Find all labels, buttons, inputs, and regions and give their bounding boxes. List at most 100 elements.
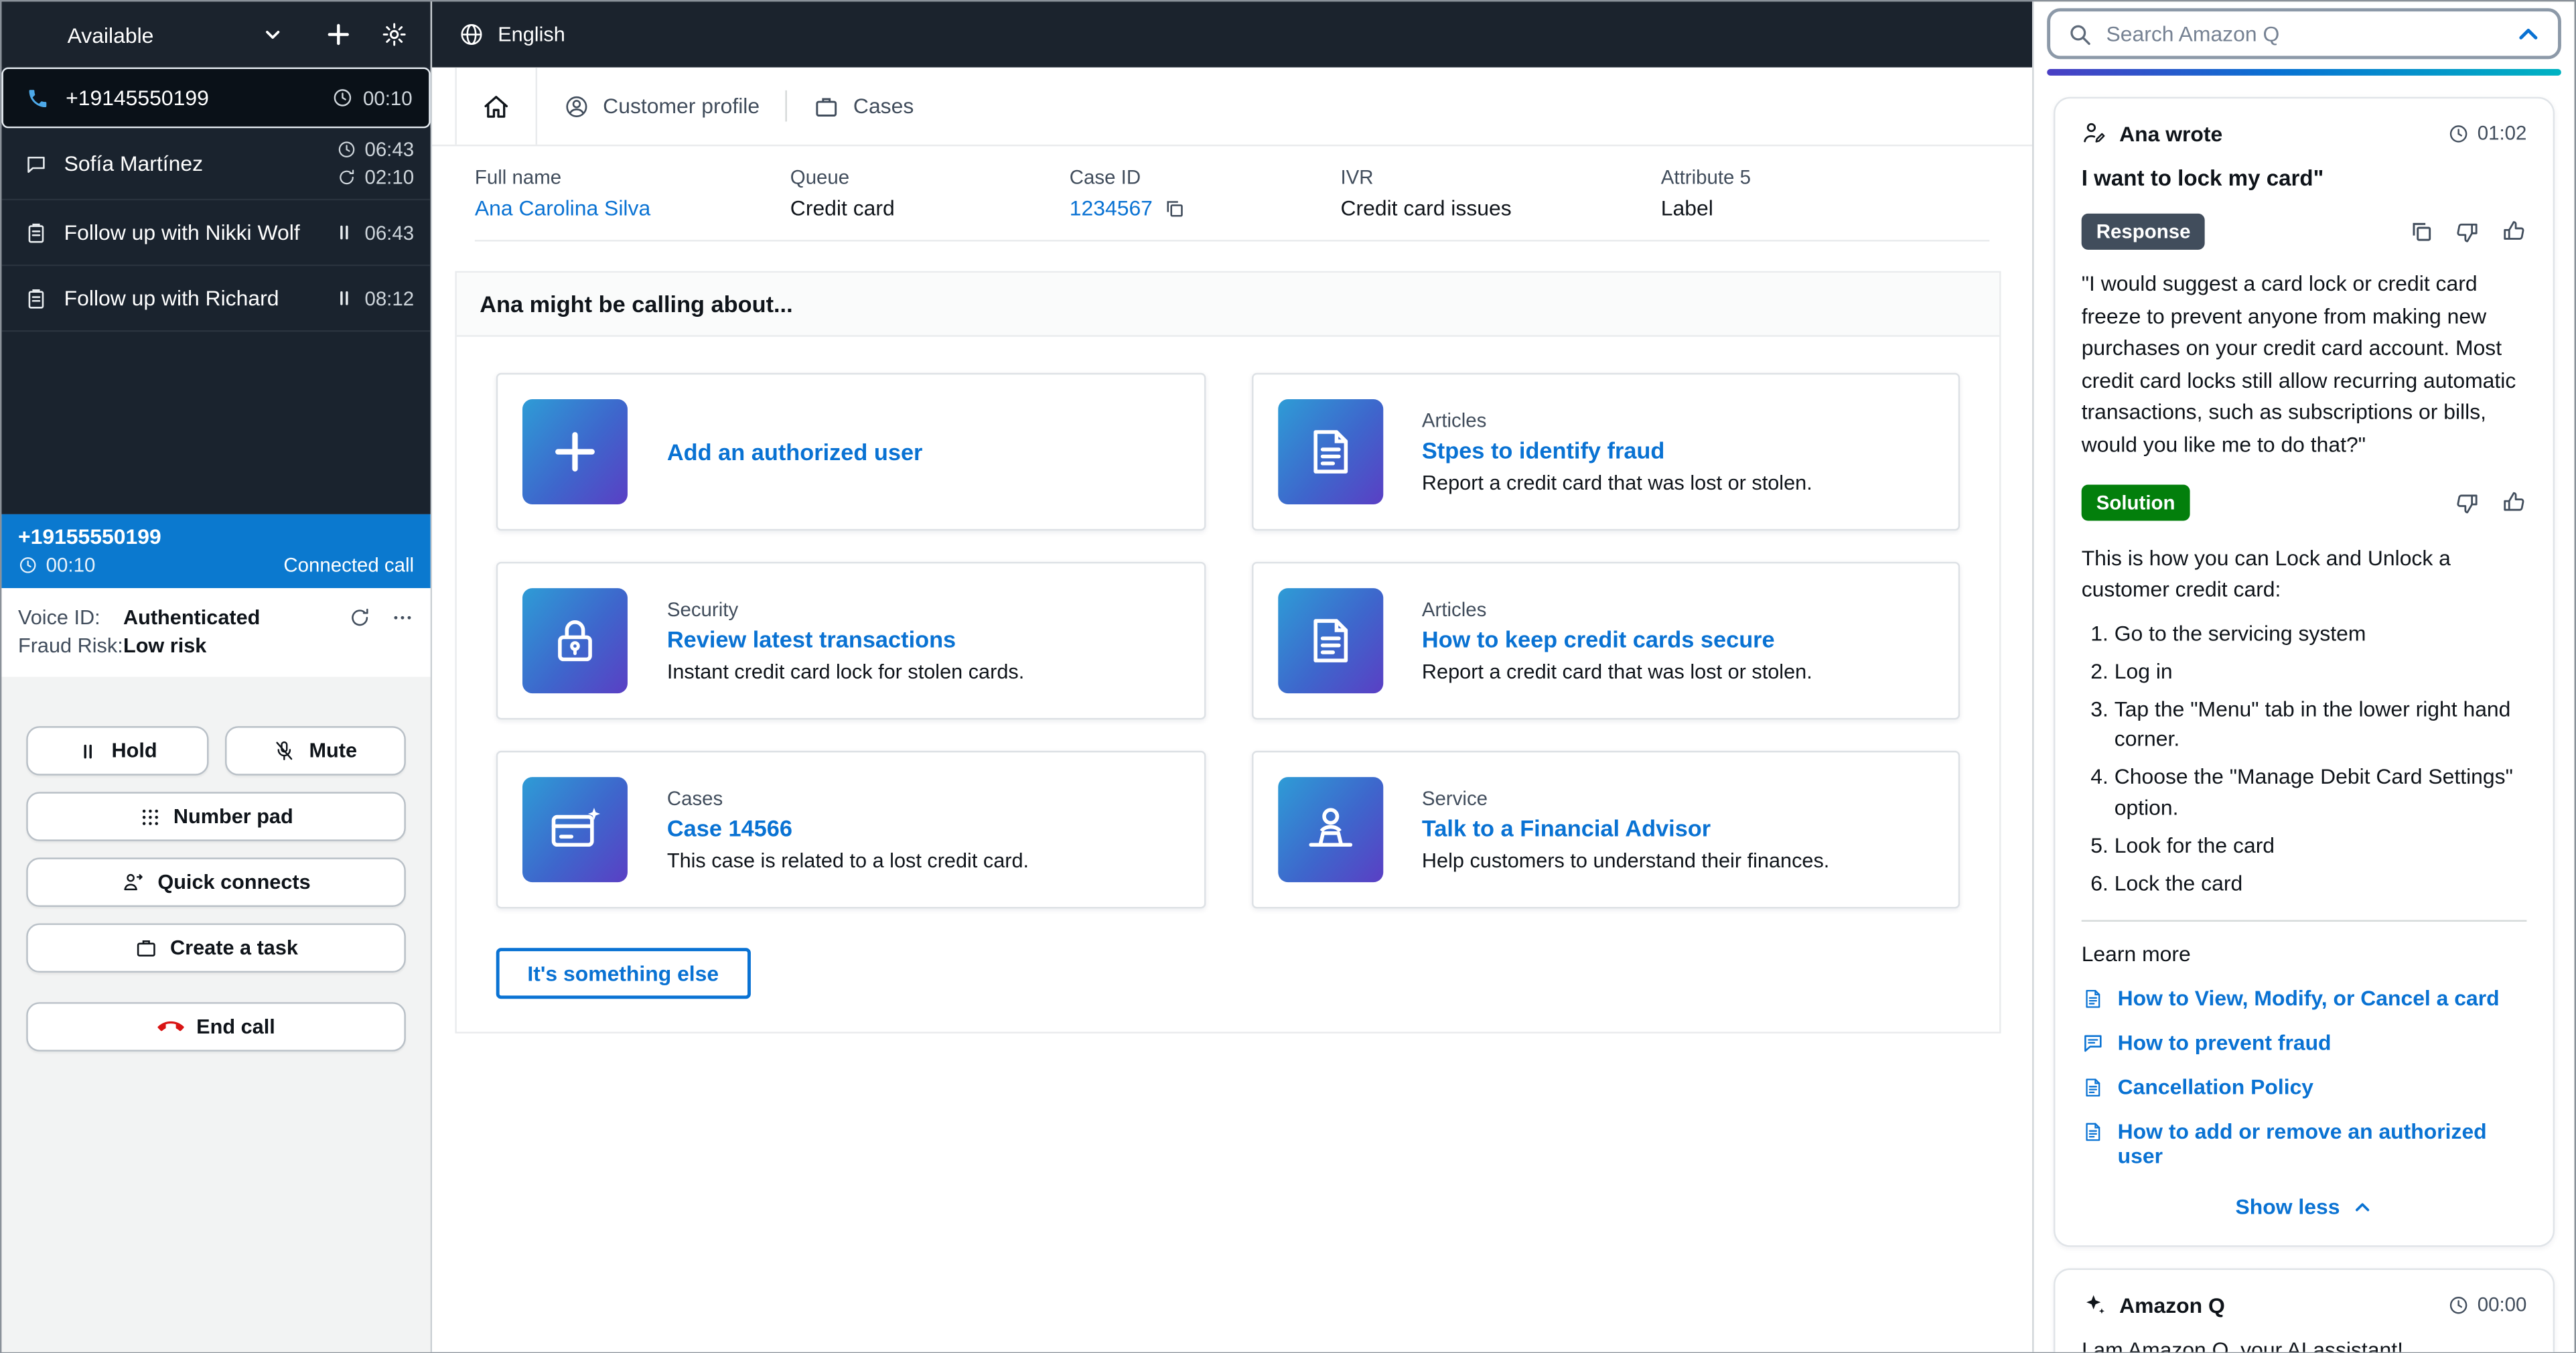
contact-item-call[interactable]: +19145550199 00:10 (1, 67, 431, 129)
solution-step: Look for the card (2115, 831, 2527, 861)
solution-badge: Solution (2081, 484, 2190, 521)
contact-label: +19145550199 (66, 85, 209, 111)
solution-intro: This is how you can Lock and Unlock a cu… (2081, 545, 2451, 601)
clock-icon (18, 555, 38, 575)
number-pad-icon (139, 806, 160, 827)
customer-utterance: I want to lock my card" (2081, 165, 2324, 191)
gear-icon[interactable] (381, 21, 407, 48)
show-less-button[interactable]: Show less (2082, 1195, 2527, 1219)
link-cancellation-policy[interactable]: Cancellation Policy (2082, 1075, 2527, 1099)
card-keep-cards-secure[interactable]: Articles How to keep credit cards secure… (1250, 561, 1960, 720)
contact-item-task[interactable]: Follow up with Nikki Wolf 06:43 (1, 200, 431, 267)
ccp-sidebar: Available +19145550199 00:10 Sofía Martí… (1, 1, 433, 1352)
amazon-q-gradient-bar (2047, 69, 2561, 76)
globe-icon (458, 21, 484, 48)
contact-item-chat[interactable]: Sofía Martínez 06:43 02:10 (1, 128, 431, 201)
copy-icon[interactable] (2409, 218, 2435, 244)
end-call-icon (157, 1013, 183, 1040)
amazon-q-intro-card: Amazon Q 00:00 I am Amazon Q, your AI as… (2054, 1269, 2555, 1352)
card-financial-advisor[interactable]: Service Talk to a Financial Advisor Help… (1250, 750, 1960, 909)
contact-timer: 08:12 (334, 287, 414, 309)
card-case-14566[interactable]: Cases Case 14566 This case is related to… (496, 750, 1206, 909)
language-label[interactable]: English (498, 23, 565, 46)
end-call-button[interactable]: End call (26, 1002, 406, 1052)
tab-customer-profile[interactable]: Customer profile (537, 68, 786, 145)
chevron-down-icon (262, 25, 281, 44)
hold-button[interactable]: Hold (26, 726, 208, 776)
card-add-authorized-user[interactable]: Add an authorized user (496, 372, 1206, 531)
field-attribute-5: Attribute 5 Label (1660, 165, 1751, 220)
mic-muted-icon (273, 739, 296, 762)
utterance-author: Ana wrote (2119, 121, 2223, 146)
suggestion-cards-grid: Add an authorized user Articles Stpes to… (496, 372, 1960, 909)
amazon-q-feed: Ana wrote 01:02 I want to lock my card" … (2034, 76, 2575, 1352)
card-identify-fraud[interactable]: Articles Stpes to identify fraud Report … (1250, 372, 1960, 531)
card-tile (522, 777, 628, 883)
bot-time: 00:00 (2448, 1293, 2526, 1316)
thumbs-down-icon[interactable] (2454, 218, 2480, 244)
case-id-link[interactable]: 1234567 (1070, 196, 1153, 220)
contact-item-task[interactable]: Follow up with Richard 08:12 (1, 266, 431, 332)
lock-icon (547, 613, 603, 668)
card-review-transactions[interactable]: Security Review latest transactions Inst… (496, 561, 1206, 720)
something-else-button[interactable]: It's something else (496, 948, 750, 999)
sparkle-icon (2082, 1291, 2108, 1318)
agent-status-dropdown[interactable]: Available (68, 22, 282, 47)
call-controls: Hold Mute Number pad Quick connects Crea… (1, 676, 431, 1352)
person-icon (563, 93, 589, 119)
advisor-icon (1302, 802, 1358, 857)
fraud-risk-value: Low risk (123, 634, 207, 658)
create-task-button[interactable]: Create a task (26, 923, 406, 973)
tab-cases[interactable]: Cases (788, 68, 940, 145)
pause-icon (334, 222, 355, 243)
customer-name-link[interactable]: Ana Carolina Silva (475, 196, 790, 220)
link-add-remove-authorized-user[interactable]: How to add or remove an authorized user (2082, 1119, 2527, 1168)
clock-icon (332, 87, 353, 109)
contact-label: Follow up with Richard (64, 285, 279, 311)
link-view-modify-cancel-card[interactable]: How to View, Modify, or Cancel a card (2082, 986, 2527, 1011)
thumbs-up-icon[interactable] (2500, 490, 2526, 516)
user-wrote-icon (2082, 120, 2108, 146)
quick-connects-button[interactable]: Quick connects (26, 857, 406, 907)
plus-icon[interactable] (326, 21, 352, 48)
copy-icon[interactable] (1163, 196, 1186, 219)
solution-step: Tap the "Menu" tab in the lower right ha… (2115, 695, 2527, 755)
tab-bar: Customer profile Cases (432, 67, 2033, 147)
number-pad-button[interactable]: Number pad (26, 792, 406, 841)
field-queue: Queue Credit card (790, 165, 895, 220)
mute-button[interactable]: Mute (224, 726, 406, 776)
card-tile (522, 399, 628, 505)
chevron-up-icon[interactable] (2515, 21, 2541, 47)
refresh-icon[interactable] (348, 606, 371, 629)
call-duration: 00:10 (18, 554, 95, 577)
call-status: Connected call (283, 553, 415, 577)
thumbs-up-icon[interactable] (2500, 218, 2526, 244)
bot-author: Amazon Q (2119, 1292, 2225, 1318)
connected-number: +19155550199 (17, 524, 161, 549)
agent-status-label: Available (67, 22, 154, 47)
card-tile (1277, 399, 1383, 505)
card-tile (1277, 777, 1383, 883)
response-badge: Response (2081, 213, 2206, 250)
contact-timer: 06:43 (334, 221, 414, 244)
card-tile (522, 588, 628, 694)
q-suggestion-card: Ana wrote 01:02 I want to lock my card" … (2054, 96, 2555, 1248)
chat-icon (25, 152, 48, 175)
amazon-q-search-box (2047, 8, 2561, 60)
article-icon (2082, 1121, 2104, 1143)
thumbs-down-icon[interactable] (2454, 490, 2480, 516)
tab-home[interactable] (455, 67, 538, 145)
more-options-icon[interactable] (391, 606, 414, 629)
field-case-id: Case ID 1234567 (1070, 166, 1341, 220)
utterance-time: 01:02 (2448, 122, 2526, 145)
voice-id-panel: Voice ID: Authenticated Fraud Risk: Low … (1, 588, 431, 677)
field-ivr: IVR Credit card issues (1340, 165, 1512, 220)
search-input[interactable] (2106, 21, 2502, 46)
solution-step: Log in (2115, 657, 2527, 687)
contact-timers: 06:43 02:10 (337, 138, 414, 189)
contact-timer: 00:10 (332, 86, 413, 109)
ccp-top-bar: Available (1, 1, 431, 68)
task-icon (25, 221, 48, 244)
link-prevent-fraud[interactable]: How to prevent fraud (2082, 1030, 2527, 1055)
contact-attributes: Full name Ana Carolina Silva Queue Credi… (432, 146, 2032, 220)
